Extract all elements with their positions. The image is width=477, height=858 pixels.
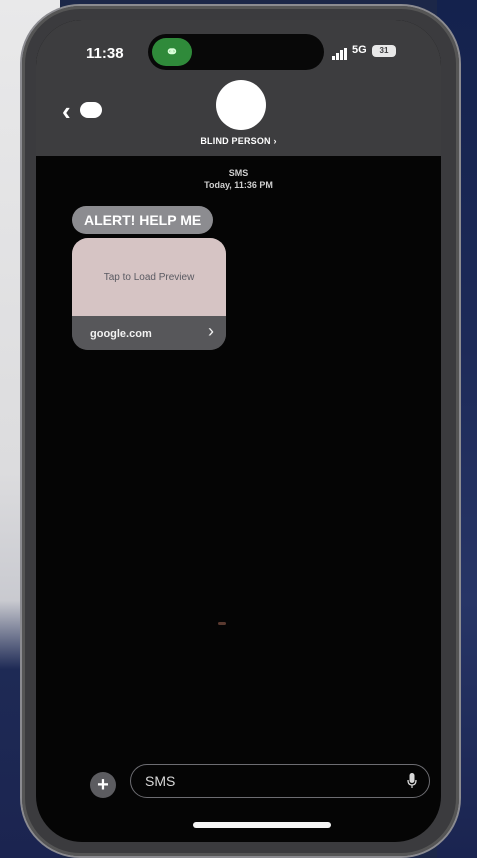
chevron-right-icon: › <box>208 321 214 341</box>
message-bubble[interactable]: ALERT! HELP ME <box>72 206 214 234</box>
link-footer[interactable]: google.com › <box>72 316 226 350</box>
link-icon[interactable]: ⚭ <box>152 38 192 66</box>
message-timestamp: Today, 11:36 PM <box>204 180 273 190</box>
link-domain: google.com <box>90 328 152 340</box>
dynamic-island: ⚭ <box>148 34 324 70</box>
link-preview-text[interactable]: Tap to Load Preview <box>72 238 226 316</box>
signal-icon <box>332 48 348 60</box>
contact-name[interactable]: BLIND PERSON › <box>36 136 441 146</box>
back-button[interactable]: ‹ <box>62 96 110 128</box>
message-input[interactable]: SMS <box>130 764 430 798</box>
add-attachment-button[interactable]: + <box>90 772 116 798</box>
back-badge <box>80 102 102 118</box>
contact-avatar[interactable] <box>216 80 266 130</box>
messages-screen: 11:38 ⚭ 5G 31 ‹ BLIND PERSON › SMS Today… <box>36 20 441 842</box>
message-input-placeholder: SMS <box>145 773 176 789</box>
link-preview-bubble[interactable]: Tap to Load Preview google.com › <box>72 238 226 350</box>
conversation-header: 11:38 ⚭ 5G 31 ‹ BLIND PERSON › <box>36 20 441 156</box>
network-label: 5G <box>352 44 367 56</box>
reflection-mark <box>218 622 226 625</box>
battery-icon: 31 <box>372 45 396 57</box>
chevron-left-icon: ‹ <box>62 96 71 126</box>
status-time: 11:38 <box>86 45 124 62</box>
microphone-icon[interactable] <box>407 773 417 789</box>
service-label: SMS <box>228 168 249 178</box>
home-indicator[interactable] <box>193 822 331 828</box>
